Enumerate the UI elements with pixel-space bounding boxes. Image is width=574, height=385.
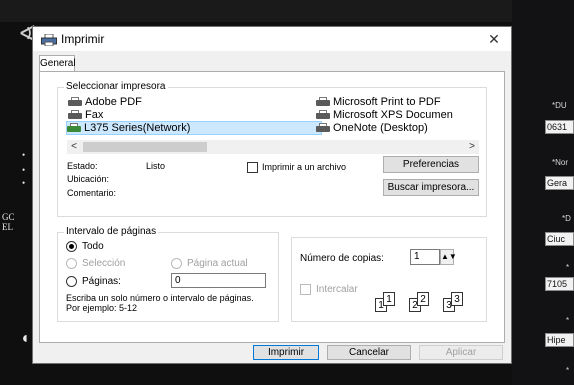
page-range-hint: Escriba un solo número o intervalo de pá… <box>66 293 254 313</box>
print-to-file-label: Imprimir a un archivo <box>262 162 347 172</box>
dialog-titlebar[interactable]: Imprimir ✕ <box>33 27 511 51</box>
selection-label: Selección <box>82 258 126 269</box>
collate-label: Intercalar <box>316 284 358 295</box>
background-text-2: EL <box>2 222 13 232</box>
copies-group: Número de copias: 1 ▲▼ Intercalar 1 1 2 … <box>291 237 487 322</box>
all-pages-radio[interactable] <box>66 241 77 252</box>
background-top-bar <box>0 0 574 22</box>
background-dot-icon: • <box>22 150 26 160</box>
collate-checkbox[interactable] <box>300 284 311 295</box>
printer-item-microsoft-xps[interactable]: Microsoft XPS Documen <box>316 109 484 121</box>
dialog-title: Imprimir <box>61 32 105 46</box>
status-value: Listo <box>146 161 166 171</box>
pages-radio[interactable] <box>66 276 77 287</box>
background-label-3: * <box>566 263 570 272</box>
copies-stepper-icon[interactable]: ▲▼ <box>440 249 457 265</box>
background-circle-icon: ◖ <box>20 330 30 347</box>
printer-item-fax[interactable]: Fax <box>68 109 103 121</box>
collate-page: 1 <box>383 292 395 306</box>
printer-list-scrollbar[interactable]: < > <box>67 140 479 154</box>
background-label-4: * <box>566 316 570 325</box>
select-printer-label: Seleccionar impresora <box>64 81 168 92</box>
current-page-radio[interactable] <box>171 258 182 269</box>
background-label-0: *DU <box>552 101 567 110</box>
background-field-0[interactable]: 0631 <box>545 120 574 134</box>
background-field-1[interactable]: Gera <box>545 176 574 190</box>
fax-icon <box>68 110 82 120</box>
printer-icon <box>316 97 330 107</box>
page-range-group: Intervalo de páginas Todo Selección Pági… <box>57 226 279 322</box>
printer-name: OneNote (Desktop) <box>333 122 428 134</box>
find-printer-button[interactable]: Buscar impresora... <box>383 179 479 196</box>
printer-name: Fax <box>85 109 104 121</box>
all-pages-label: Todo <box>82 241 104 252</box>
print-to-file-checkbox[interactable] <box>247 162 258 173</box>
printer-name: L375 Series(Network) <box>84 122 191 134</box>
status-label: Estado: <box>67 161 98 171</box>
collate-page: 3 <box>451 292 463 306</box>
background-field-3[interactable]: 7105 <box>545 277 574 291</box>
printer-icon <box>68 97 82 107</box>
background-form-panel <box>512 0 574 385</box>
background-field-2[interactable]: Ciuc <box>545 232 574 246</box>
scroll-right-icon[interactable]: > <box>465 140 479 154</box>
background-dot-icon: • <box>22 178 26 188</box>
general-panel: Seleccionar impresora Adobe PDF Fax L375… <box>39 71 505 343</box>
printer-item-microsoft-print-to-pdf[interactable]: Microsoft Print to PDF <box>316 96 441 108</box>
background-label-2: *D <box>562 214 571 223</box>
location-label: Ubicación: <box>67 174 110 184</box>
scroll-left-icon[interactable]: < <box>67 140 81 154</box>
scrollbar-thumb[interactable] <box>83 142 207 152</box>
printer-icon <box>316 123 330 133</box>
background-label-5: * <box>566 366 570 375</box>
cancel-button[interactable]: Cancelar <box>327 345 411 360</box>
collate-page: 2 <box>417 292 429 306</box>
pages-label: Páginas: <box>82 276 121 287</box>
apply-button[interactable]: Aplicar <box>419 345 503 360</box>
copies-label: Número de copias: <box>300 253 384 264</box>
printer-item-adobe-pdf[interactable]: Adobe PDF <box>68 96 142 108</box>
background-field-4[interactable]: Hipe <box>545 333 574 347</box>
page-range-label: Intervalo de páginas <box>64 226 159 237</box>
copies-input[interactable]: 1 <box>410 249 440 265</box>
background-label-1: *Nor <box>552 158 569 167</box>
printer-item-l375[interactable]: L375 Series(Network) <box>66 121 322 135</box>
printer-icon <box>316 110 330 120</box>
preferences-button[interactable]: Preferencias <box>383 156 479 173</box>
printer-name: Microsoft Print to PDF <box>333 96 441 108</box>
network-printer-icon <box>67 123 81 133</box>
printer-name: Microsoft XPS Documen <box>333 109 453 121</box>
background-text-1: GC <box>2 212 15 222</box>
print-dialog: Imprimir ✕ General Seleccionar impresora… <box>32 26 512 364</box>
comment-label: Comentario: <box>67 188 117 198</box>
printer-name: Adobe PDF <box>85 96 142 108</box>
print-button[interactable]: Imprimir <box>253 345 319 360</box>
background-dot-icon: • <box>22 165 26 175</box>
tab-general[interactable]: General <box>39 55 76 72</box>
select-printer-group: Seleccionar impresora Adobe PDF Fax L375… <box>57 81 487 217</box>
printer-item-onenote[interactable]: OneNote (Desktop) <box>316 122 428 134</box>
current-page-label: Página actual <box>187 258 248 269</box>
pages-input[interactable]: 0 <box>171 273 266 288</box>
printer-icon <box>41 33 57 47</box>
close-icon[interactable]: ✕ <box>483 29 505 49</box>
selection-radio[interactable] <box>66 258 77 269</box>
